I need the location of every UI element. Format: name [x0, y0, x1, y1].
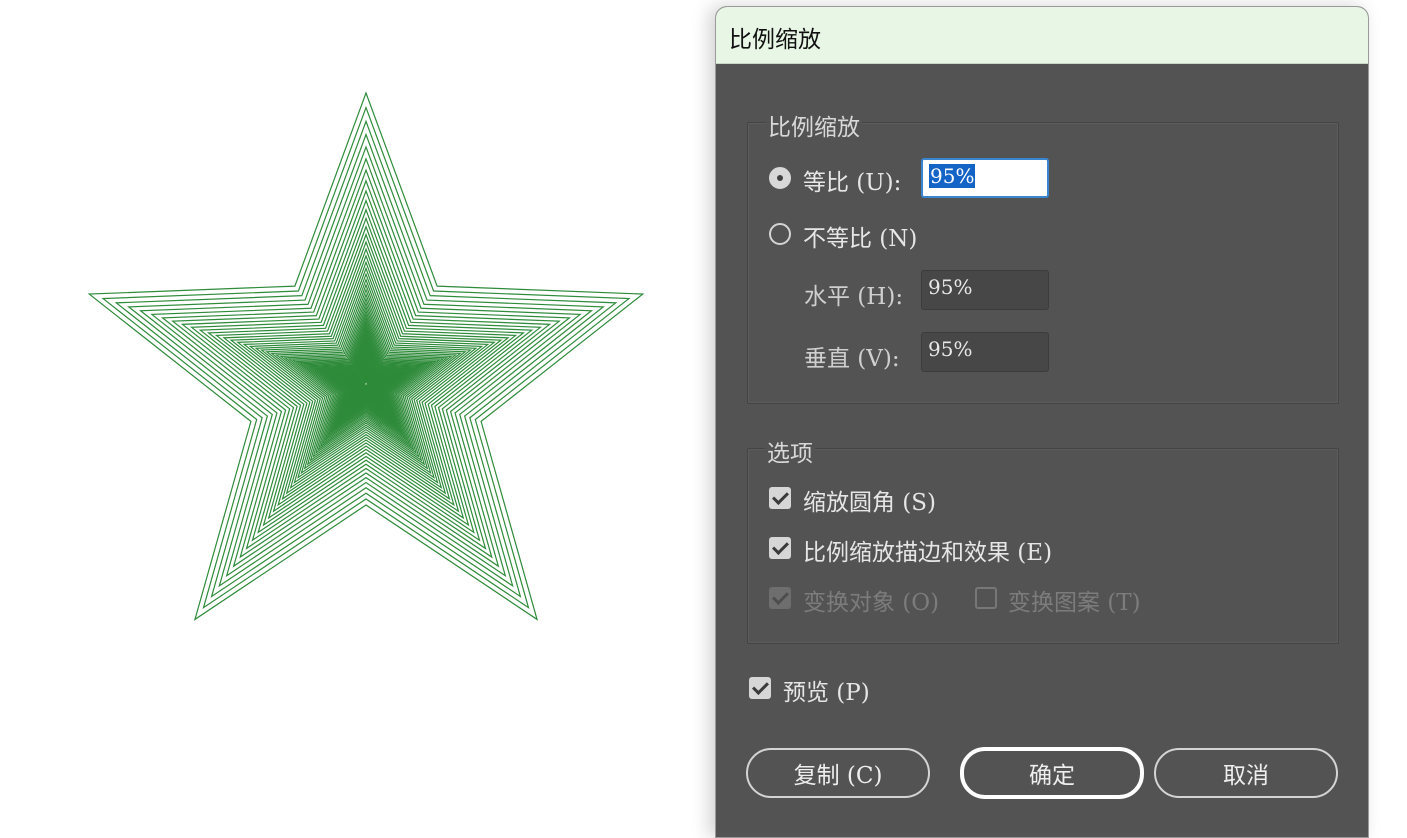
copy-button[interactable]: 复制 (C): [746, 748, 930, 798]
non-uniform-label: 不等比 (N): [803, 226, 918, 252]
checkmark-icon: [772, 588, 789, 605]
transform-patterns-checkbox: [975, 587, 997, 609]
scale-strokes-label: 比例缩放描边和效果 (E): [803, 540, 1053, 566]
scale-corners-checkbox[interactable]: [769, 487, 791, 509]
vertical-label: 垂直 (V):: [804, 346, 900, 372]
uniform-scale-input[interactable]: 95%: [921, 158, 1049, 198]
transform-objects-checkbox: [769, 587, 791, 609]
vertical-scale-value: 95%: [928, 337, 973, 361]
cancel-button[interactable]: 取消: [1154, 748, 1338, 798]
horizontal-scale-value: 95%: [928, 275, 973, 299]
scale-strokes-checkbox[interactable]: [769, 537, 791, 559]
horizontal-label: 水平 (H):: [804, 284, 904, 310]
transform-patterns-label: 变换图案 (T): [1008, 590, 1141, 616]
ok-button[interactable]: 确定: [960, 747, 1144, 799]
uniform-radio[interactable]: [769, 167, 791, 189]
dialog-title: 比例缩放: [729, 27, 821, 53]
uniform-scale-value: 95%: [929, 164, 976, 188]
scale-dialog: 比例缩放 比例缩放 等比 (U): 95% 不等比 (N) 水平 (H): 95…: [715, 6, 1369, 838]
dialog-titlebar[interactable]: 比例缩放: [716, 7, 1368, 64]
options-group-legend: 选项: [765, 434, 815, 468]
checkmark-icon: [772, 488, 789, 505]
nested-star-artwork[interactable]: [0, 0, 700, 821]
non-uniform-radio[interactable]: [769, 223, 791, 245]
vertical-scale-input[interactable]: 95%: [921, 332, 1049, 372]
checkmark-icon: [752, 678, 769, 695]
horizontal-scale-input[interactable]: 95%: [921, 270, 1049, 310]
artboard-canvas[interactable]: [0, 0, 700, 821]
scale-group-legend: 比例缩放: [766, 108, 862, 142]
transform-objects-label: 变换对象 (O): [803, 590, 940, 616]
preview-label: 预览 (P): [783, 680, 870, 706]
preview-checkbox[interactable]: [749, 677, 771, 699]
scale-corners-label: 缩放圆角 (S): [803, 490, 937, 516]
uniform-label: 等比 (U):: [803, 170, 902, 196]
checkmark-icon: [772, 538, 789, 555]
